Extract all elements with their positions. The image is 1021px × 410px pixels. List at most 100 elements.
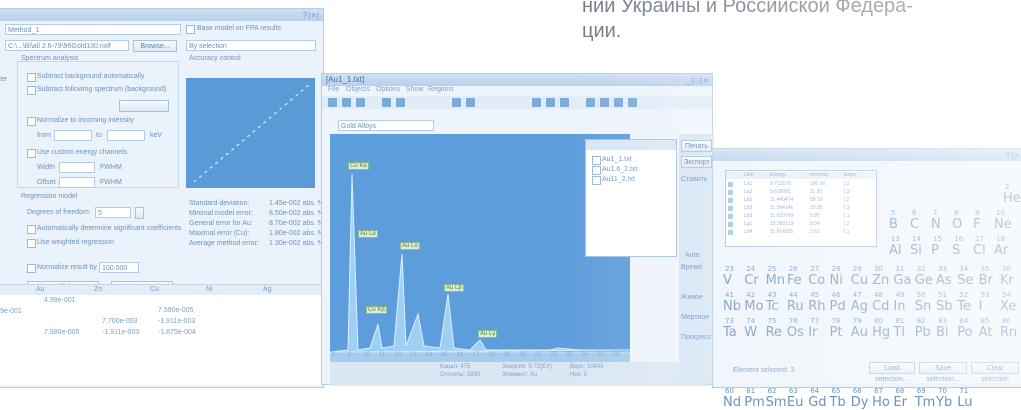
element-si[interactable]: Si xyxy=(910,243,922,258)
element-tm[interactable]: Tm xyxy=(915,395,936,410)
layout-icon[interactable] xyxy=(560,98,569,107)
element-pm[interactable]: Pm xyxy=(744,395,765,410)
element-zn[interactable]: Zn xyxy=(872,273,889,288)
element-ag[interactable]: Ag xyxy=(851,299,868,314)
element-sb[interactable]: Sb xyxy=(936,299,953,314)
element-cl[interactable]: Cl xyxy=(973,243,986,258)
element-pd[interactable]: Pd xyxy=(830,299,846,314)
line-checkbox[interactable] xyxy=(728,182,733,187)
element-er[interactable]: Er xyxy=(893,395,907,410)
layout-icon[interactable] xyxy=(586,98,595,107)
element-i[interactable]: I xyxy=(979,299,983,314)
zoom-icon[interactable] xyxy=(382,98,391,107)
element-au[interactable]: Au xyxy=(851,325,868,340)
layout-icon[interactable] xyxy=(532,98,541,107)
element-tc[interactable]: Tc xyxy=(766,299,779,314)
save-selection-button[interactable]: Save selection... xyxy=(919,362,967,383)
element-bi[interactable]: Bi xyxy=(936,325,949,340)
element-ne[interactable]: Ne xyxy=(994,217,1012,232)
list-item[interactable]: Lb1 11.440474 58.16 L2 xyxy=(726,197,876,204)
normalize-field[interactable]: 100.000 xyxy=(99,262,139,273)
method-select[interactable]: Method_1 xyxy=(5,24,181,35)
base-model-checkbox[interactable] xyxy=(186,25,195,34)
list-item[interactable]: Lb4 11.914255 2.63 L1 xyxy=(726,229,876,236)
list-item[interactable]: La1 9.713176 100.00 L3 xyxy=(726,181,876,188)
normalize-checkbox[interactable] xyxy=(27,264,36,273)
line-checkbox[interactable] xyxy=(728,222,733,227)
element-c[interactable]: C xyxy=(910,217,919,232)
element-nb[interactable]: Nb xyxy=(723,299,741,314)
element-hg[interactable]: Hg xyxy=(872,325,890,340)
element-as[interactable]: As xyxy=(936,273,952,288)
spectrum-checkbox[interactable] xyxy=(592,156,601,165)
file-path-field[interactable]: C:\...\Bi\all 2.6-79\96Gold130.nxlf xyxy=(5,40,129,51)
library-select[interactable]: Gold Alloys xyxy=(338,120,434,131)
element-b[interactable]: B xyxy=(889,217,898,232)
element-mo[interactable]: Mo xyxy=(744,299,763,314)
print-button[interactable]: Печать xyxy=(681,140,712,152)
element-rn[interactable]: Rn xyxy=(1000,325,1017,340)
list-item[interactable]: Lb3 11.610769 6.80 L1 xyxy=(726,213,876,220)
subtract-bg-checkbox[interactable] xyxy=(27,73,36,82)
menu-item[interactable]: Show xyxy=(406,86,424,93)
window-controls[interactable]: ?|×| xyxy=(303,10,320,22)
menu-item[interactable]: Objects xyxy=(346,86,370,93)
element-ho[interactable]: Ho xyxy=(872,395,890,410)
element-o[interactable]: O xyxy=(952,217,962,232)
degree-spinner[interactable] xyxy=(135,207,144,219)
layout-icon[interactable] xyxy=(546,98,555,107)
load-selection-button[interactable]: Load selection... xyxy=(869,362,915,383)
list-item[interactable]: Lb2 11.584146 20.80 L3 xyxy=(726,205,876,212)
zoom-out-icon[interactable] xyxy=(396,98,405,107)
save-icon[interactable] xyxy=(328,98,337,107)
element-kr[interactable]: Kr xyxy=(1000,273,1014,288)
weighted-checkbox[interactable] xyxy=(27,239,36,248)
spectrum-checkbox[interactable] xyxy=(592,176,601,185)
element-in[interactable]: In xyxy=(893,299,905,314)
menu-item[interactable]: Regions xyxy=(428,86,454,93)
element-at[interactable]: At xyxy=(979,325,993,340)
by-selection-select[interactable]: By selection xyxy=(186,40,316,51)
element-cd[interactable]: Cd xyxy=(872,299,889,314)
element-yb[interactable]: Yb xyxy=(936,395,952,410)
width-field[interactable] xyxy=(59,162,95,173)
browse-button[interactable]: Browse... xyxy=(133,40,177,52)
auto-coeff-checkbox[interactable] xyxy=(27,225,36,234)
clear-selection-button[interactable]: Clear selection xyxy=(971,362,1019,383)
element-pt[interactable]: Pt xyxy=(830,325,843,340)
degree-field[interactable]: 5 xyxy=(95,207,131,218)
spectrum-checkbox[interactable] xyxy=(592,166,601,175)
line-checkbox[interactable] xyxy=(728,190,733,195)
print-icon[interactable] xyxy=(356,98,365,107)
element-sn[interactable]: Sn xyxy=(915,299,932,314)
background-select-button[interactable] xyxy=(119,100,169,112)
window-controls[interactable]: ?|× xyxy=(1006,150,1020,162)
element-tb[interactable]: Tb xyxy=(830,395,846,410)
element-re[interactable]: Re xyxy=(766,325,782,340)
subtract-spectrum-checkbox[interactable] xyxy=(27,86,36,95)
element-mn[interactable]: Mn xyxy=(766,273,785,288)
layout-icon[interactable] xyxy=(600,98,609,107)
open-icon[interactable] xyxy=(342,98,351,107)
element-pb[interactable]: Pb xyxy=(915,325,931,340)
element-co[interactable]: Co xyxy=(808,273,825,288)
element-os[interactable]: Os xyxy=(787,325,804,340)
element-ge[interactable]: Ge xyxy=(915,273,933,288)
line-checkbox[interactable] xyxy=(728,198,733,203)
menu-item[interactable]: File xyxy=(328,86,339,93)
offset-field[interactable] xyxy=(59,177,95,188)
from-field[interactable] xyxy=(54,130,92,141)
line-checkbox[interactable] xyxy=(728,206,733,211)
export-button[interactable]: Экспорт xyxy=(681,156,712,168)
element-v[interactable]: V xyxy=(723,273,732,288)
element-po[interactable]: Po xyxy=(957,325,972,340)
element-w[interactable]: W xyxy=(744,325,757,340)
element-xe[interactable]: Xe xyxy=(1000,299,1016,314)
layout-icon[interactable] xyxy=(628,98,637,107)
element-ta[interactable]: Ta xyxy=(723,325,737,340)
element-ga[interactable]: Ga xyxy=(893,273,911,288)
element-dy[interactable]: Dy xyxy=(851,395,869,410)
element-s[interactable]: S xyxy=(952,243,960,258)
element-rh[interactable]: Rh xyxy=(808,299,825,314)
element-sm[interactable]: Sm xyxy=(766,395,787,410)
